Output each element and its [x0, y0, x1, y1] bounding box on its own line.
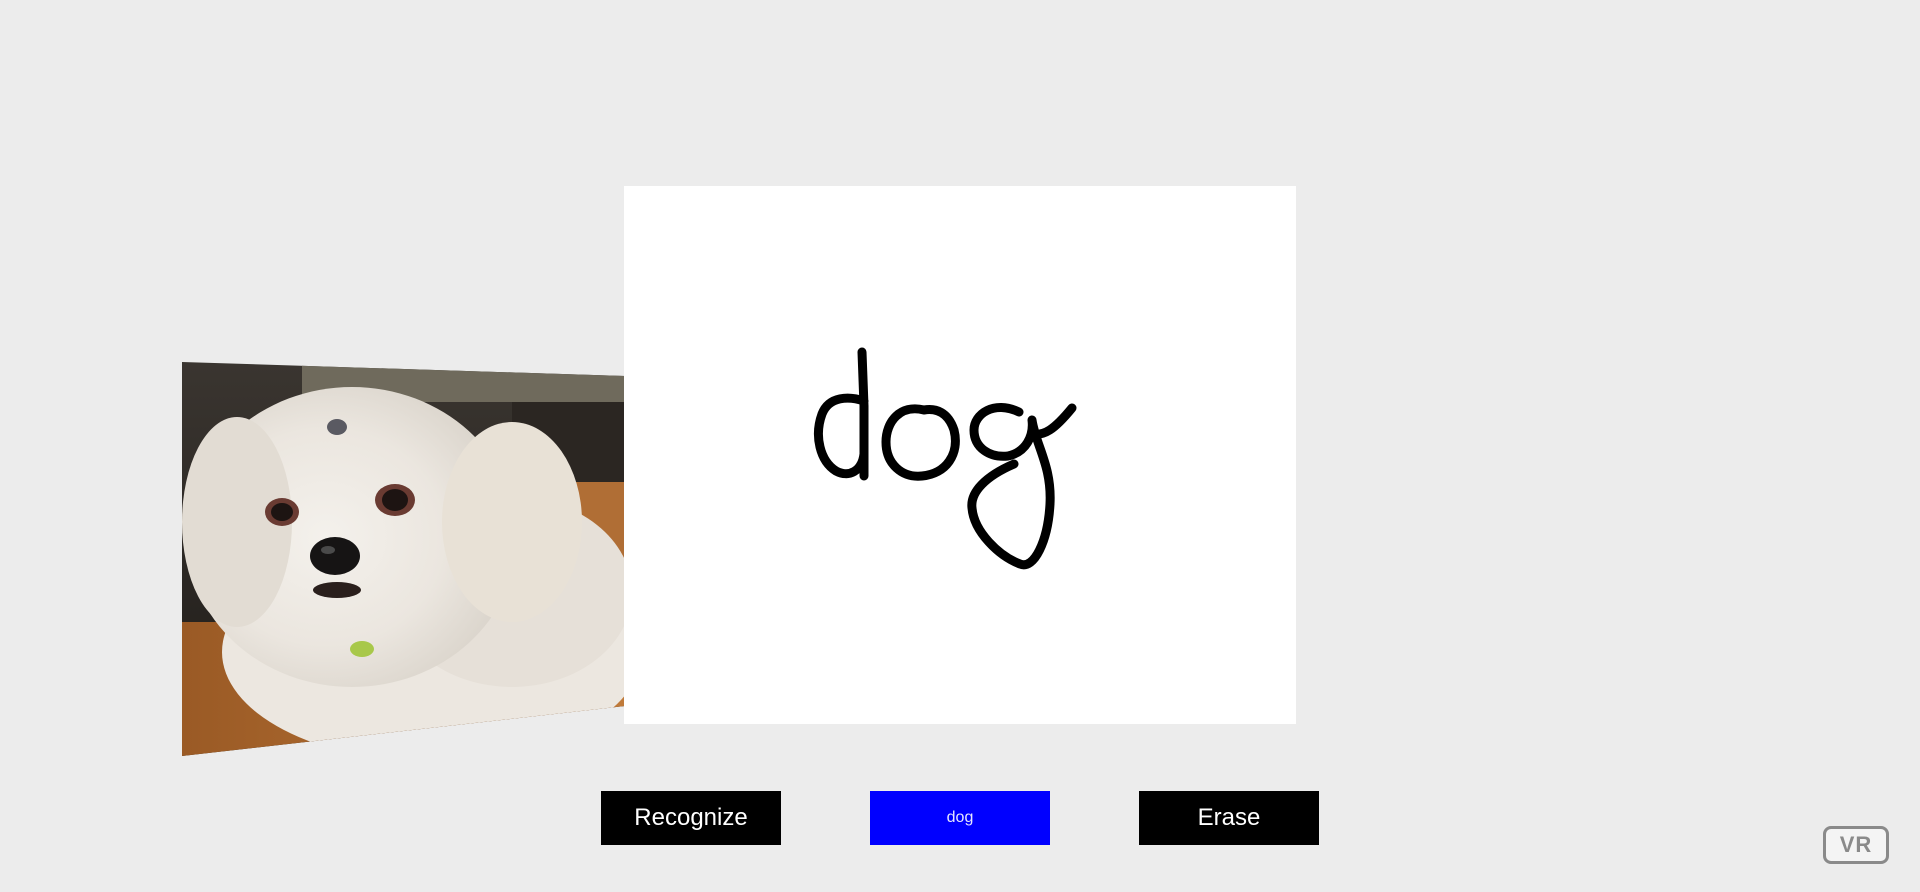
vr-icon[interactable]: VR	[1823, 826, 1889, 864]
drawing-canvas[interactable]	[624, 186, 1296, 724]
handwriting-strokes	[814, 347, 1077, 570]
recognition-result-button[interactable]: dog	[870, 791, 1050, 845]
dog-photo	[182, 362, 625, 756]
recognize-button[interactable]: Recognize	[601, 791, 781, 845]
app-stage: Recognize dog Erase VR	[0, 0, 1920, 892]
erase-button[interactable]: Erase	[1139, 791, 1319, 845]
vr-label: VR	[1839, 832, 1873, 857]
